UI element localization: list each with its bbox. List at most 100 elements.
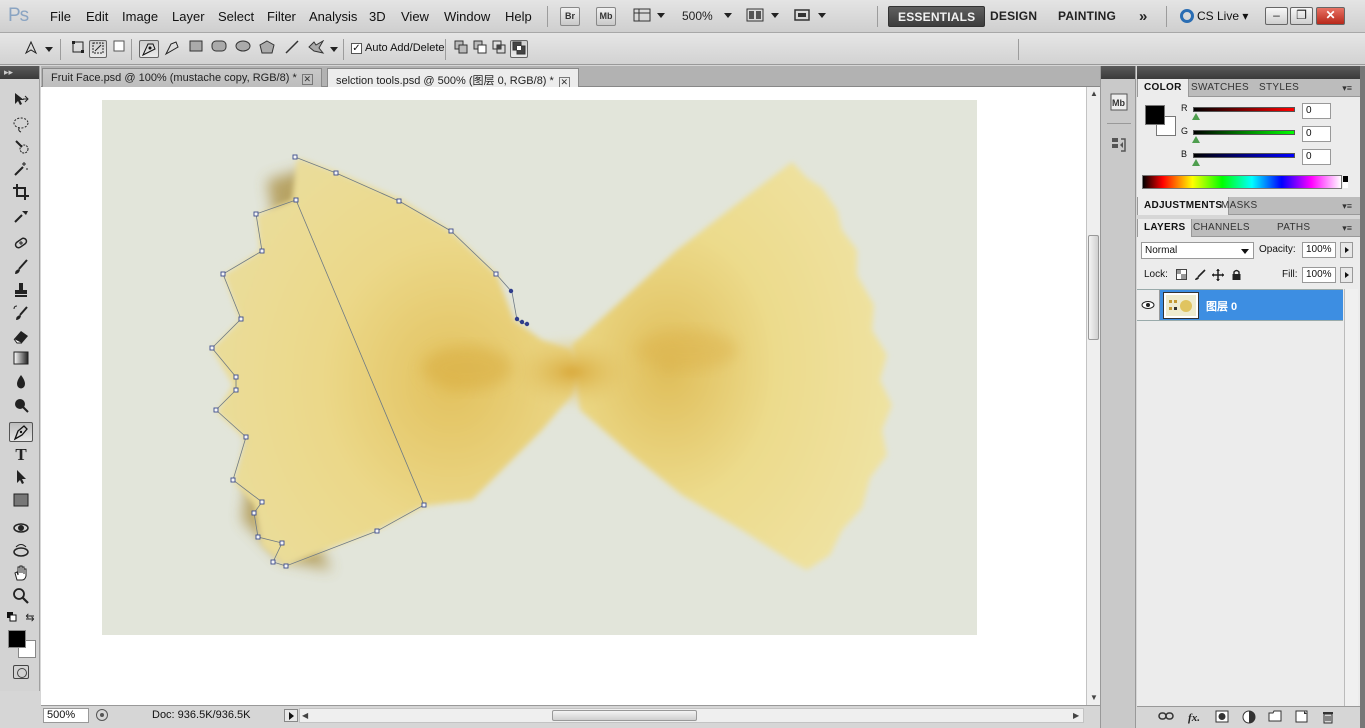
- status-info-icon[interactable]: [95, 708, 109, 722]
- panel-menu-icon[interactable]: ▾≡: [1342, 201, 1352, 212]
- color-spectrum-bar[interactable]: [1142, 175, 1348, 189]
- swap-colors-icon[interactable]: ⇆: [23, 611, 37, 625]
- green-slider-handle[interactable]: [1192, 136, 1200, 143]
- fill-pixels-mode-icon[interactable]: [110, 40, 128, 58]
- chevron-down-icon[interactable]: [657, 13, 665, 18]
- menu-file[interactable]: File: [50, 9, 71, 24]
- adjustment-layer-icon[interactable]: [1240, 710, 1258, 726]
- opacity-input[interactable]: 100%: [1302, 242, 1336, 258]
- hand-icon[interactable]: [9, 564, 33, 584]
- menu-image[interactable]: Image: [122, 9, 158, 24]
- fill-input[interactable]: 100%: [1302, 267, 1336, 283]
- more-workspaces-button[interactable]: »: [1130, 5, 1157, 26]
- scroll-right-icon[interactable]: ▶: [1073, 711, 1079, 720]
- path-exclude-icon[interactable]: [510, 40, 528, 58]
- menu-window[interactable]: Window: [444, 9, 490, 24]
- blend-mode-select[interactable]: Normal: [1141, 242, 1254, 259]
- delete-layer-icon[interactable]: [1319, 710, 1337, 726]
- layer-style-fx-icon[interactable]: fx.: [1185, 710, 1203, 726]
- fill-slider-arrow-icon[interactable]: [1340, 267, 1353, 283]
- quick-selection-icon[interactable]: [9, 137, 33, 157]
- layers-scrollbar[interactable]: [1344, 289, 1358, 709]
- history-panel-icon[interactable]: [1109, 136, 1129, 156]
- dodge-icon[interactable]: [9, 396, 33, 416]
- chevron-down-icon[interactable]: [724, 13, 732, 18]
- path-subtract-icon[interactable]: [471, 40, 489, 58]
- panel-menu-icon[interactable]: ▾≡: [1342, 83, 1352, 94]
- path-add-icon[interactable]: [452, 40, 470, 58]
- layer-row[interactable]: 图层 0: [1137, 289, 1343, 321]
- line-shape-icon[interactable]: [283, 40, 301, 58]
- red-slider[interactable]: [1193, 107, 1295, 112]
- document-canvas[interactable]: [41, 87, 1086, 705]
- shape-layers-mode-icon[interactable]: [69, 40, 87, 58]
- spectrum-black-white[interactable]: [1343, 176, 1348, 188]
- panel-menu-icon[interactable]: ▾≡: [1342, 223, 1352, 234]
- tab-fruit-face[interactable]: Fruit Face.psd @ 100% (mustache copy, RG…: [42, 68, 322, 87]
- move-icon[interactable]: [9, 91, 33, 111]
- green-value-input[interactable]: 0: [1302, 126, 1331, 142]
- close-icon[interactable]: ✕: [301, 74, 313, 85]
- minimize-button[interactable]: –: [1265, 7, 1288, 25]
- close-window-button[interactable]: ✕: [1316, 7, 1345, 25]
- 3d-rotate-icon[interactable]: [9, 519, 33, 539]
- gradient-icon[interactable]: [9, 350, 33, 370]
- vertical-scroll-thumb[interactable]: [1088, 235, 1099, 340]
- ellipse-shape-icon[interactable]: [234, 40, 252, 58]
- pen-tool-icon[interactable]: [139, 40, 159, 58]
- magic-wand-icon[interactable]: [9, 160, 33, 180]
- workspace-essentials-button[interactable]: ESSENTIALS: [888, 6, 986, 27]
- brush-icon[interactable]: [9, 258, 33, 278]
- menu-select[interactable]: Select: [218, 9, 254, 24]
- menu-view[interactable]: View: [401, 9, 429, 24]
- tools-panel-grip[interactable]: ▸▸: [0, 66, 39, 79]
- tab-color[interactable]: COLOR: [1137, 79, 1189, 97]
- tab-layers[interactable]: LAYERS: [1137, 219, 1193, 237]
- lock-all-icon[interactable]: [1230, 269, 1242, 281]
- lock-position-icon[interactable]: [1212, 269, 1224, 281]
- lock-transparency-icon[interactable]: [1175, 269, 1187, 281]
- bridge-button[interactable]: Br: [560, 7, 580, 26]
- freeform-pen-icon[interactable]: [163, 40, 181, 58]
- chevron-down-icon[interactable]: [771, 13, 779, 18]
- rectangle-icon[interactable]: [9, 492, 33, 512]
- chevron-down-icon[interactable]: [818, 13, 826, 18]
- lasso-icon[interactable]: [9, 115, 33, 135]
- green-slider[interactable]: [1193, 130, 1295, 135]
- new-group-icon[interactable]: [1266, 710, 1284, 726]
- layer-visibility-icon[interactable]: [1137, 290, 1160, 320]
- workspace-design-button[interactable]: DESIGN: [981, 6, 1046, 27]
- spectrum-white[interactable]: [1343, 182, 1348, 188]
- foreground-color-swatch[interactable]: [1145, 105, 1165, 125]
- arrange-documents-icon[interactable]: [745, 7, 765, 26]
- add-mask-icon[interactable]: [1213, 710, 1231, 726]
- zoom-level-menu[interactable]: 500%: [682, 9, 713, 23]
- polygon-shape-icon[interactable]: [258, 40, 276, 58]
- scroll-up-icon[interactable]: ▲: [1090, 89, 1098, 98]
- red-slider-handle[interactable]: [1192, 113, 1200, 120]
- screen-mode-icon[interactable]: [792, 7, 812, 26]
- horizontal-scroll-thumb[interactable]: [552, 710, 697, 721]
- eyedropper-icon[interactable]: [9, 207, 33, 227]
- vertical-scrollbar[interactable]: ▲ ▼: [1086, 87, 1100, 705]
- type-icon[interactable]: T: [9, 445, 33, 465]
- scroll-down-icon[interactable]: ▼: [1090, 693, 1098, 702]
- mini-bridge-button[interactable]: Mb: [596, 7, 616, 26]
- dock-grip[interactable]: [1101, 66, 1135, 79]
- blur-icon[interactable]: [9, 373, 33, 393]
- menu-edit[interactable]: Edit: [86, 9, 108, 24]
- lock-pixels-icon[interactable]: [1194, 269, 1206, 281]
- zoom-input[interactable]: 500%: [43, 708, 89, 723]
- menu-help[interactable]: Help: [505, 9, 532, 24]
- tab-styles[interactable]: STYLES: [1253, 79, 1305, 97]
- healing-brush-icon[interactable]: [9, 234, 33, 254]
- clone-stamp-icon[interactable]: [9, 281, 33, 301]
- blue-slider-handle[interactable]: [1192, 159, 1200, 166]
- menu-layer[interactable]: Layer: [172, 9, 205, 24]
- link-layers-icon[interactable]: [1157, 710, 1175, 726]
- pen-icon[interactable]: [9, 422, 33, 442]
- eraser-icon[interactable]: [9, 327, 33, 347]
- 3d-orbit-icon[interactable]: [9, 542, 33, 562]
- path-intersect-icon[interactable]: [490, 40, 508, 58]
- chevron-down-icon[interactable]: [45, 47, 53, 52]
